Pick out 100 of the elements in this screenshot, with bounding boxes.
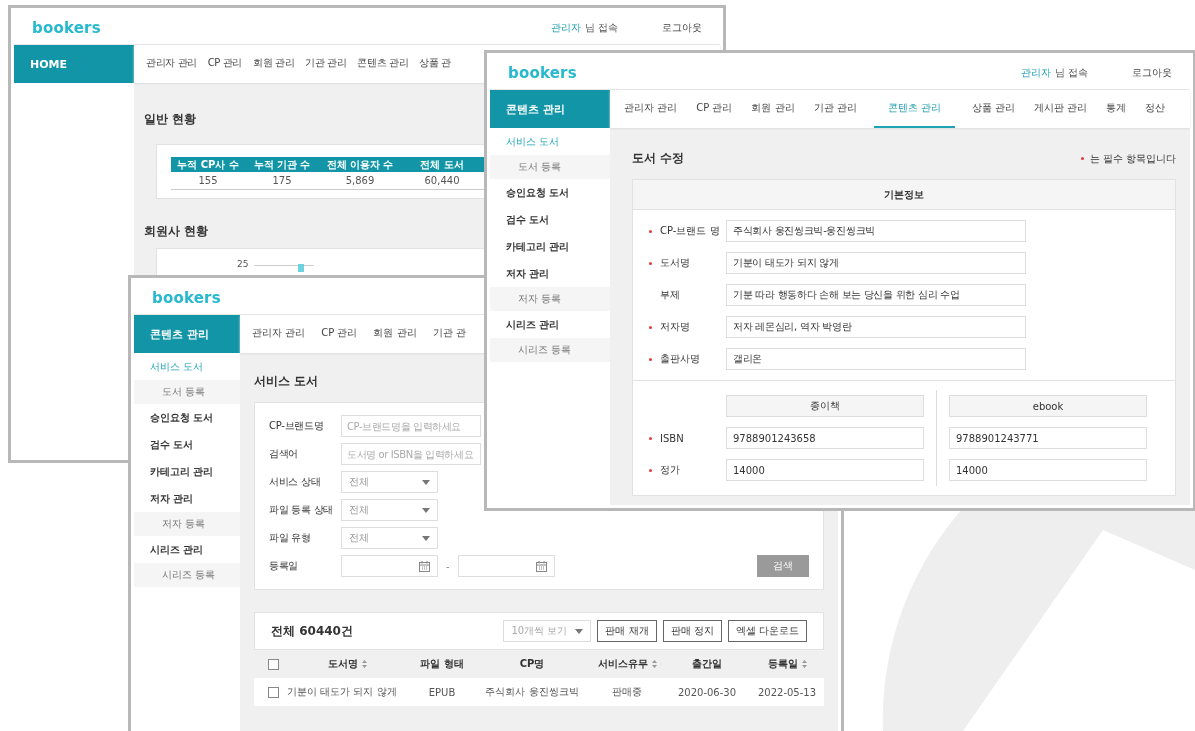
field-label: CP-브랜드명 bbox=[269, 419, 325, 433]
required-note: 는 필수 항목입니다 bbox=[1089, 151, 1176, 166]
section-heading: 회원사 현황 bbox=[144, 223, 209, 240]
nav-tab[interactable]: 콘텐츠 관리 bbox=[355, 45, 411, 83]
nav-tab[interactable]: CP 관리 bbox=[319, 315, 360, 353]
action-button[interactable]: 판매 정지 bbox=[662, 620, 722, 642]
field-label: 파일 유형 bbox=[269, 531, 312, 545]
nav-tab[interactable]: CP 관리 bbox=[205, 45, 244, 83]
text-field[interactable]: 도서명 or ISBN을 입력하세요 bbox=[341, 443, 481, 465]
field-label: 저자명 bbox=[660, 320, 691, 334]
field-label: CP-브랜드 명 bbox=[660, 224, 721, 238]
table-cell: EPUB bbox=[428, 686, 456, 698]
nav-tab[interactable]: 상품 관리 bbox=[969, 90, 1018, 128]
nav-tab[interactable]: 기관 관 bbox=[430, 315, 468, 353]
column-header: 누적 기관 수 bbox=[252, 157, 312, 172]
user-name: 관리자 bbox=[550, 20, 581, 35]
text-field[interactable]: 저자 레몬심리, 역자 박영란 bbox=[726, 316, 1026, 338]
sidebar-subitem[interactable]: 시리즈 등록 bbox=[134, 563, 240, 587]
nav-tab[interactable]: 게시판 관리 bbox=[1032, 90, 1090, 128]
action-button[interactable]: 엑셀 다운로드 bbox=[727, 620, 807, 642]
logout-link[interactable]: 로그아웃 bbox=[1132, 65, 1172, 80]
sidebar-item[interactable]: 시리즈 관리 bbox=[134, 536, 240, 563]
text-field[interactable]: CP-브랜드명을 입력하세요 bbox=[341, 415, 481, 437]
column-header: 등록일 bbox=[767, 657, 798, 671]
text-field[interactable]: 14000 bbox=[726, 459, 924, 481]
table-row[interactable]: 기분이 태도가 되지 않게 EPUB 주식회사 웅진씽크빅 판매중 2020-06-30 2022-05-13 bbox=[254, 678, 824, 706]
axis-tick-label: 25 bbox=[237, 259, 249, 269]
table-cell: 2020-06-30 bbox=[677, 686, 737, 698]
sidebar-subitem[interactable]: 시리즈 등록 bbox=[490, 338, 610, 362]
nav-tab[interactable]: 회원 관리 bbox=[749, 90, 797, 128]
nav-tab[interactable]: 관리자 관리 bbox=[250, 315, 308, 353]
date-field[interactable] bbox=[341, 555, 438, 577]
section-title: 콘텐츠 관리 bbox=[490, 90, 610, 128]
calendar-icon bbox=[419, 560, 430, 572]
calendar-icon bbox=[535, 560, 547, 572]
sidebar-item[interactable]: 검수 도서 bbox=[490, 206, 610, 233]
nav-tab[interactable]: 관리자 관리 bbox=[622, 90, 680, 128]
table-cell: 기분이 태도가 되지 않게 bbox=[287, 685, 397, 699]
date-field[interactable] bbox=[457, 555, 555, 577]
sort-icon[interactable] bbox=[361, 660, 367, 668]
sidebar-item[interactable]: 저자 관리 bbox=[134, 485, 240, 512]
checkbox[interactable] bbox=[268, 658, 279, 670]
nav-tab[interactable]: 관리자 관리 bbox=[144, 45, 199, 83]
sidebar-subitem[interactable]: 저자 등록 bbox=[490, 287, 610, 311]
text-field[interactable]: 기분 따라 행동하다 손해 보는 당신을 위한 심리 수업 bbox=[726, 284, 1026, 306]
result-count: 전체 60440건 bbox=[271, 622, 353, 640]
sidebar-item[interactable]: 검수 도서 bbox=[134, 431, 240, 458]
field-label: 파일 등록 상태 bbox=[269, 503, 334, 517]
nav-tab[interactable]: 통계 bbox=[1104, 90, 1129, 128]
sidebar-item[interactable]: 저자 관리 bbox=[490, 260, 610, 287]
nav-tab[interactable]: 기관 관리 bbox=[303, 45, 349, 83]
column-header: ebook bbox=[949, 395, 1147, 417]
field-label: 검색어 bbox=[269, 447, 300, 461]
nav-tab[interactable]: 회원 관리 bbox=[371, 315, 419, 353]
text-field[interactable]: 14000 bbox=[949, 459, 1147, 481]
table-cell-text: 175 bbox=[271, 175, 293, 186]
user-name: 관리자 bbox=[1020, 65, 1051, 80]
action-button[interactable]: 판매 재개 bbox=[597, 620, 657, 642]
section-title: 콘텐츠 관리 bbox=[134, 315, 240, 353]
nav-tab[interactable]: 회원 관리 bbox=[251, 45, 297, 83]
caret-icon bbox=[575, 628, 584, 634]
range-separator: - bbox=[446, 560, 450, 572]
table-cell-text: 5,869 bbox=[344, 175, 376, 186]
sidebar-item[interactable]: 승인요청 도서 bbox=[490, 179, 610, 206]
sidebar-subitem[interactable]: 저자 등록 bbox=[134, 512, 240, 536]
table-cell: 판매중 bbox=[612, 685, 642, 699]
sidebar-subitem[interactable]: 도서 등록 bbox=[490, 155, 610, 179]
sidebar-item[interactable]: 시리즈 관리 bbox=[490, 311, 610, 338]
field-label: 등록일 bbox=[269, 559, 300, 573]
text-field[interactable]: 주식회사 웅진씽크빅-웅진씽크빅 bbox=[726, 220, 1026, 242]
bar-chart-drawing bbox=[254, 263, 315, 272]
text-field[interactable]: 9788901243658 bbox=[726, 427, 924, 449]
section-title: HOME bbox=[14, 45, 134, 83]
field-label: 서비스 상태 bbox=[269, 475, 322, 489]
nav-tab[interactable]: 기관 관리 bbox=[811, 90, 859, 128]
column-header: 출간일 bbox=[692, 657, 722, 671]
field-label: 출판사명 bbox=[660, 352, 701, 366]
logout-link[interactable]: 로그아웃 bbox=[662, 20, 702, 35]
nav-tab[interactable]: CP 관리 bbox=[694, 90, 735, 128]
field-label: ISBN bbox=[660, 432, 685, 444]
caret-icon bbox=[422, 507, 430, 513]
text-field[interactable]: 9788901243771 bbox=[949, 427, 1147, 449]
card-header: 기본정보 bbox=[633, 180, 1175, 210]
table-cell: 2022-05-13 bbox=[757, 686, 817, 698]
sort-icon[interactable] bbox=[651, 660, 657, 668]
nav-tab[interactable]: 상품 관 bbox=[417, 45, 453, 83]
sort-icon[interactable] bbox=[801, 660, 807, 668]
caret-icon bbox=[422, 535, 430, 541]
page-title: 도서 수정 bbox=[632, 150, 685, 167]
nav-tab[interactable]: 정산 bbox=[1143, 90, 1168, 128]
table-cell-text: 155 bbox=[197, 175, 219, 186]
text-field[interactable]: 갤리온 bbox=[726, 348, 1026, 370]
checkbox[interactable] bbox=[268, 686, 279, 698]
sidebar-item[interactable]: 승인요청 도서 bbox=[134, 404, 240, 431]
sidebar-item[interactable]: 카테고리 관리 bbox=[490, 233, 610, 260]
sidebar-item[interactable]: 카테고리 관리 bbox=[134, 458, 240, 485]
column-header: CP명 bbox=[519, 657, 545, 671]
required-mark-icon bbox=[1080, 157, 1084, 160]
text-field[interactable]: 기분이 태도가 되지 않게 bbox=[726, 252, 1026, 274]
sidebar-subitem[interactable]: 도서 등록 bbox=[134, 380, 240, 404]
